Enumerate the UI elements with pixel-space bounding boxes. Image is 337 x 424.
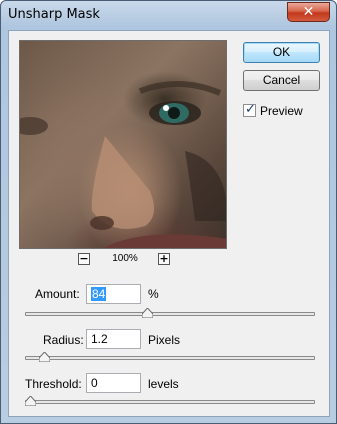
amount-value: 84 xyxy=(91,287,107,301)
nostril-shape xyxy=(90,216,114,230)
amount-unit: % xyxy=(148,287,159,301)
preview-face-art xyxy=(20,81,226,248)
minus-icon: − xyxy=(79,252,89,265)
amount-label: Amount: xyxy=(35,287,80,301)
eye-pupil-shape xyxy=(168,107,180,119)
zoom-in-button[interactable]: + xyxy=(158,253,170,265)
close-button[interactable]: ✕ xyxy=(287,2,330,22)
lips-shape xyxy=(103,234,226,248)
unsharp-mask-dialog: Unsharp Mask ✕ − 100% + OK Cancel ✓ Prev… xyxy=(0,0,337,424)
ok-button[interactable]: OK xyxy=(243,42,320,63)
threshold-unit: levels xyxy=(148,377,179,391)
window-title: Unsharp Mask xyxy=(8,7,100,22)
radius-label: Radius: xyxy=(43,333,84,347)
amount-slider-thumb[interactable] xyxy=(142,308,154,318)
eyebrow-shape xyxy=(138,81,222,96)
title-bar[interactable]: Unsharp Mask ✕ xyxy=(1,1,336,29)
radius-input[interactable]: 1.2 xyxy=(86,329,141,349)
radius-unit: Pixels xyxy=(148,333,181,347)
zoom-level: 100% xyxy=(112,253,138,264)
left-eye-shape xyxy=(20,117,48,135)
preview-label: Preview xyxy=(260,104,303,118)
plus-icon: + xyxy=(159,252,169,265)
eye-highlight-shape xyxy=(163,105,169,111)
amount-slider-track[interactable] xyxy=(25,312,315,316)
threshold-input[interactable]: 0 xyxy=(86,373,141,393)
nose-shape xyxy=(91,136,154,229)
threshold-label: Threshold: xyxy=(25,377,82,391)
radius-slider-track[interactable] xyxy=(25,356,315,360)
threshold-slider-track[interactable] xyxy=(25,400,315,404)
preview-image[interactable] xyxy=(19,40,227,249)
checkmark-icon: ✓ xyxy=(245,102,256,117)
threshold-value: 0 xyxy=(91,376,98,390)
amount-input[interactable]: 84 xyxy=(86,284,141,304)
cancel-button[interactable]: Cancel xyxy=(243,70,320,91)
radius-value: 1.2 xyxy=(91,332,108,346)
close-icon: ✕ xyxy=(302,4,315,20)
radius-slider-thumb[interactable] xyxy=(38,352,50,362)
threshold-slider-thumb[interactable] xyxy=(25,396,36,406)
preview-checkbox[interactable]: ✓ xyxy=(243,102,256,117)
dialog-body: − 100% + OK Cancel ✓ Preview Amount: 84 … xyxy=(8,30,330,417)
zoom-controls: − 100% + xyxy=(69,253,179,267)
cheek-shadow-shape xyxy=(185,151,226,221)
zoom-out-button[interactable]: − xyxy=(78,253,90,265)
